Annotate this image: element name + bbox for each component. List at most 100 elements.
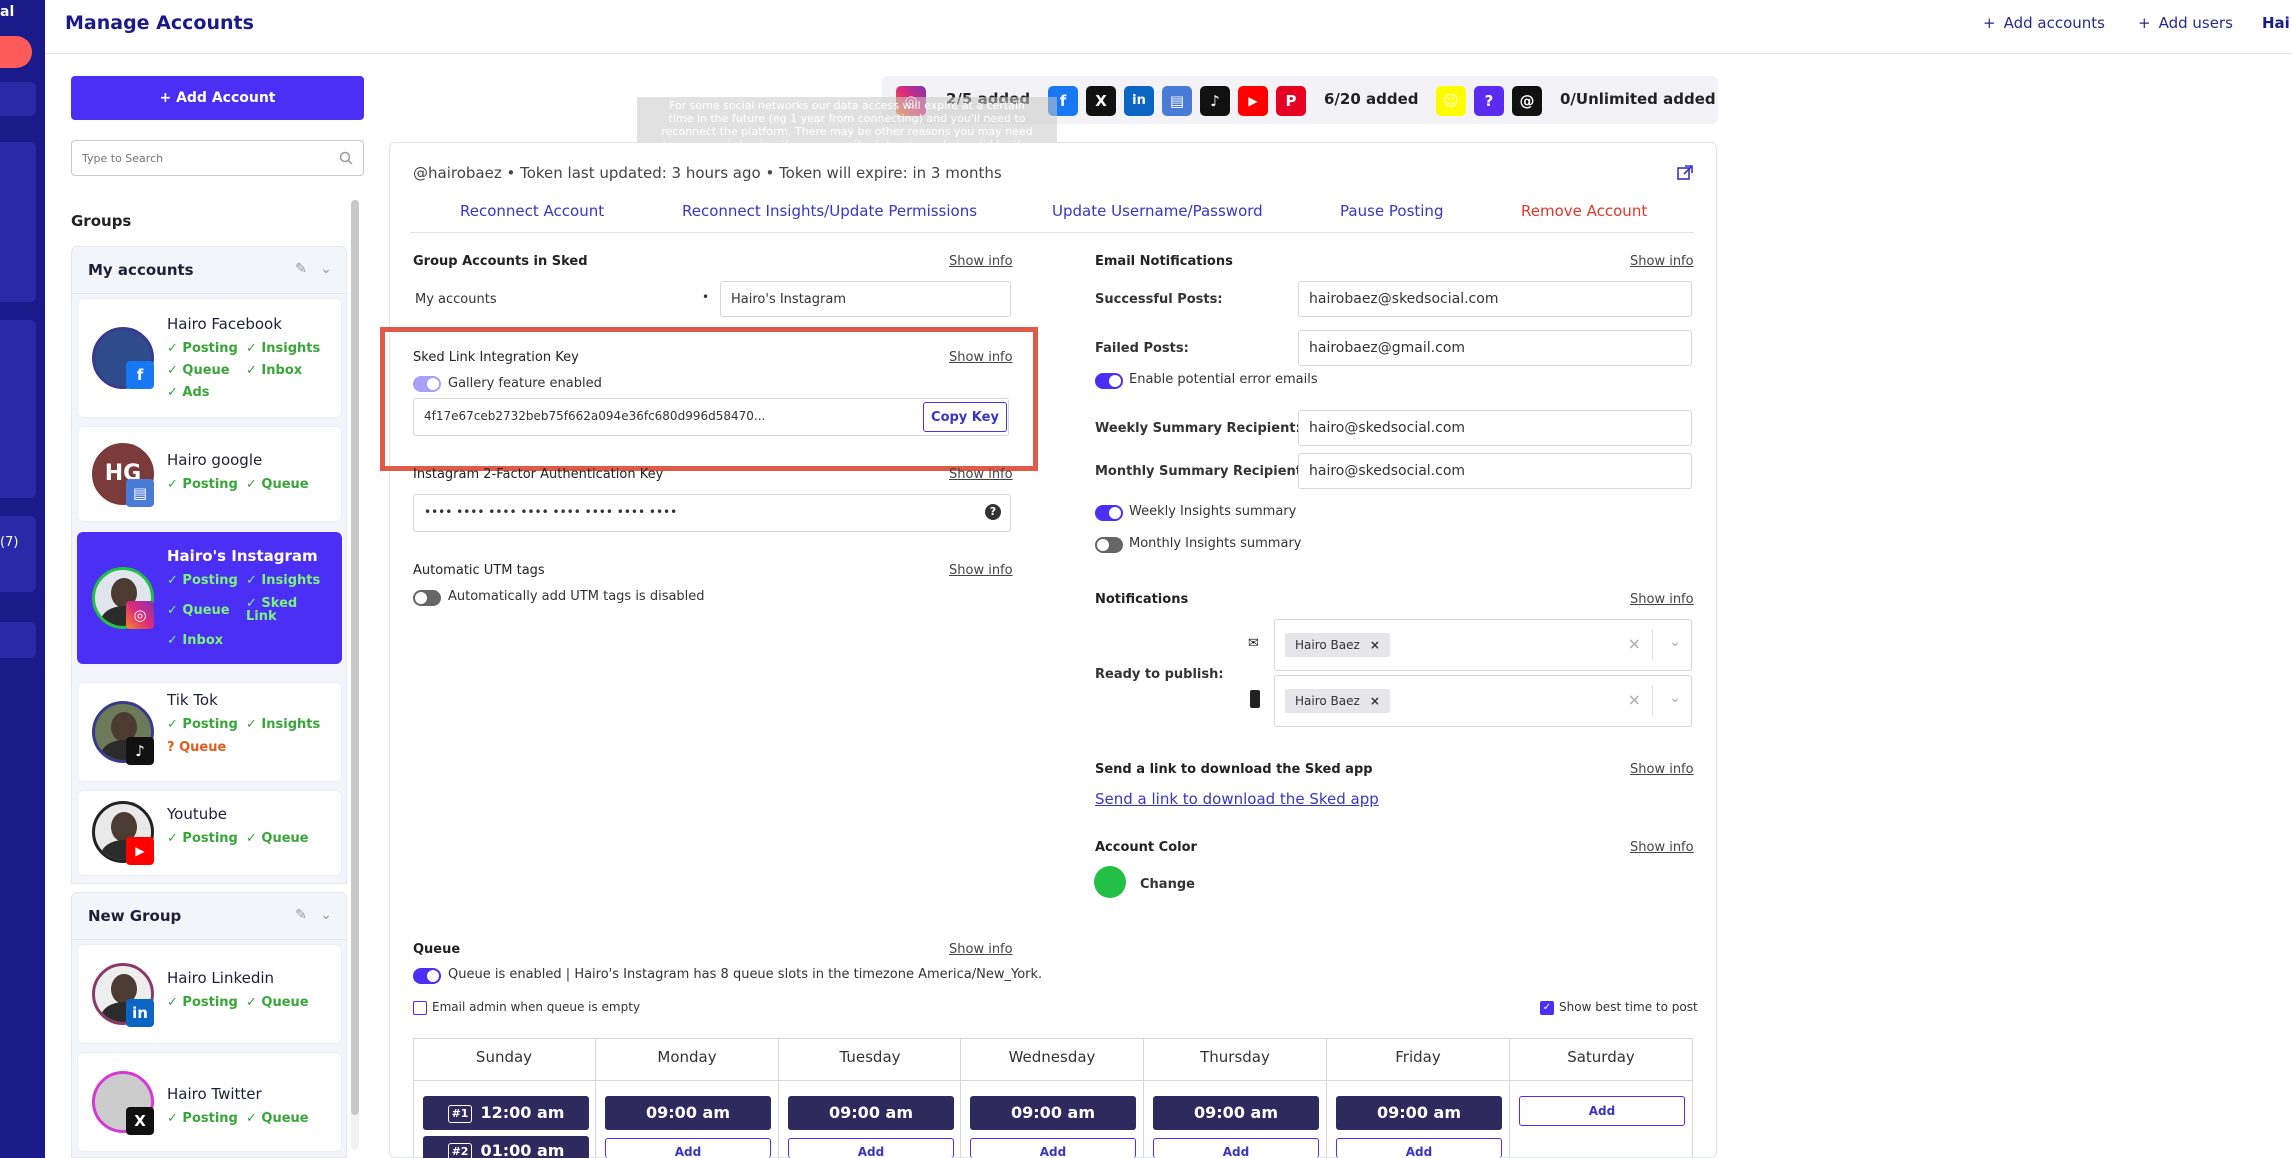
failed-posts-input[interactable] — [1299, 331, 1691, 365]
add-account-button[interactable]: + Add Account — [71, 76, 364, 120]
chevron-down-icon[interactable]: ⌄ — [320, 907, 332, 923]
nav-item-1[interactable] — [0, 82, 36, 116]
show-info-link[interactable]: Show info — [949, 467, 1013, 482]
weekly-insights-toggle[interactable] — [1095, 505, 1123, 521]
show-info-link[interactable]: Show info — [1630, 840, 1694, 855]
help-icon[interactable]: ? — [985, 504, 1001, 520]
feature-posting: ✓ Posting — [167, 477, 238, 492]
failed-posts-field[interactable] — [1298, 330, 1692, 366]
google-business-icon: ▤ — [126, 479, 154, 507]
chevron-down-icon[interactable]: ⌄ — [320, 261, 332, 277]
account-card-google[interactable]: HG ▤ Hairo google ✓ Posting ✓ Queue — [77, 426, 342, 522]
reconnect-insights-link[interactable]: Reconnect Insights/Update Permissions — [682, 202, 977, 220]
scrollbar-thumb[interactable] — [351, 200, 359, 1115]
email-admin-checkbox[interactable] — [413, 1001, 427, 1015]
add-slot-button[interactable]: Add — [1153, 1138, 1319, 1158]
network-count: 6/20 added — [1324, 90, 1419, 108]
utm-toggle[interactable] — [413, 590, 441, 606]
feature-posting: ✓ Posting — [167, 831, 238, 846]
clear-icon[interactable]: × — [1628, 690, 1641, 709]
reconnect-account-link[interactable]: Reconnect Account — [460, 202, 604, 220]
email-recipients-select[interactable]: Hairo Baez × × ⌄ — [1274, 619, 1692, 671]
show-info-link[interactable]: Show info — [949, 942, 1013, 957]
edit-icon[interactable]: ✎ — [295, 261, 307, 277]
divider — [410, 232, 1694, 233]
monthly-insights-toggle[interactable] — [1095, 537, 1123, 553]
queue-toggle[interactable] — [413, 968, 441, 984]
change-color-button[interactable]: Change — [1140, 877, 1195, 892]
group-select[interactable] — [720, 281, 1011, 317]
add-accounts-link[interactable]: + Add accounts — [1983, 14, 2105, 32]
add-slot-button[interactable]: Add — [1519, 1096, 1685, 1126]
weekly-summary-label: Weekly Summary Recipient: — [1095, 421, 1301, 436]
show-info-link[interactable]: Show info — [1630, 762, 1694, 777]
add-users-link[interactable]: + Add users — [2138, 14, 2233, 32]
show-info-link[interactable]: Show info — [1630, 254, 1694, 269]
twofa-field[interactable] — [413, 494, 1011, 532]
queue-slot[interactable]: #2 01:00 am — [423, 1136, 589, 1158]
queue-slot[interactable]: 09:00 am — [1153, 1096, 1319, 1130]
slot-time: 01:00 am — [480, 1141, 565, 1158]
remove-account-link[interactable]: Remove Account — [1521, 202, 1647, 220]
account-card-tiktok[interactable]: ♪ Tik Tok ✓ Posting ✓ Insights ? Queue — [77, 682, 342, 782]
chip-label: Hairo Baez — [1295, 694, 1360, 708]
nav-item-5[interactable] — [0, 622, 36, 658]
edit-icon[interactable]: ✎ — [295, 907, 307, 923]
weekly-summary-field[interactable] — [1298, 410, 1692, 446]
group-my-accounts[interactable]: My accounts ✎ ⌄ — [71, 246, 347, 294]
user-menu[interactable]: Hai — [2262, 14, 2290, 32]
account-color-swatch[interactable] — [1094, 866, 1126, 898]
show-info-link[interactable]: Show info — [1630, 592, 1694, 607]
successful-posts-input[interactable] — [1299, 282, 1691, 316]
account-card-twitter[interactable]: X Hairo Twitter ✓ Posting ✓ Queue — [77, 1052, 342, 1152]
nav-item-3[interactable] — [0, 320, 36, 498]
successful-posts-field[interactable] — [1298, 281, 1692, 317]
linkedin-icon: in — [1124, 86, 1154, 116]
chip-label: Hairo Baez — [1295, 638, 1360, 652]
chevron-down-icon[interactable]: ⌄ — [1669, 634, 1681, 650]
chevron-down-icon[interactable]: ⌄ — [1669, 690, 1681, 706]
account-card-facebook[interactable]: f Hairo Facebook ✓ Posting ✓ Insights ✓ … — [77, 298, 342, 418]
show-info-link[interactable]: Show info — [949, 254, 1013, 269]
push-recipients-select[interactable]: Hairo Baez × × ⌄ — [1274, 675, 1692, 727]
page-title: Manage Accounts — [65, 12, 254, 34]
monthly-summary-input[interactable] — [1299, 454, 1691, 488]
external-link-icon[interactable] — [1676, 164, 1694, 182]
nav-item-2[interactable] — [0, 142, 36, 302]
nav-item-4[interactable] — [0, 516, 36, 592]
monthly-summary-field[interactable] — [1298, 453, 1692, 489]
add-slot-button[interactable]: Add — [1336, 1138, 1502, 1158]
remove-chip-icon[interactable]: × — [1370, 694, 1380, 708]
pause-posting-link[interactable]: Pause Posting — [1340, 202, 1443, 220]
remove-chip-icon[interactable]: × — [1370, 638, 1380, 652]
group-select-value[interactable] — [721, 282, 1010, 316]
account-card-linkedin[interactable]: in Hairo Linkedin ✓ Posting ✓ Queue — [77, 944, 342, 1044]
account-card-instagram[interactable]: ◎ Hairo's Instagram ✓ Posting ✓ Insights… — [77, 532, 342, 664]
add-slot-button[interactable]: Add — [788, 1138, 954, 1158]
nav-item-compose[interactable] — [0, 36, 32, 68]
error-emails-toggle[interactable] — [1095, 373, 1123, 389]
weekly-summary-input[interactable] — [1299, 411, 1691, 445]
account-card-youtube[interactable]: ▶ Youtube ✓ Posting ✓ Queue — [77, 790, 342, 876]
best-time-checkbox[interactable]: ✓ — [1540, 1001, 1554, 1015]
sidebar-scrollbar[interactable] — [351, 200, 359, 1150]
queue-slot[interactable]: 09:00 am — [1336, 1096, 1502, 1130]
queue-slot[interactable]: 09:00 am — [788, 1096, 954, 1130]
feature-queue: ✓ Queue — [246, 477, 309, 492]
group-new-group[interactable]: New Group ✎ ⌄ — [71, 892, 347, 940]
twofa-input[interactable] — [414, 495, 954, 529]
clear-icon[interactable]: × — [1628, 634, 1641, 653]
best-time-label: Show best time to post — [1559, 1000, 1698, 1014]
queue-slot[interactable]: #1 12:00 am — [423, 1096, 589, 1130]
account-search-input[interactable] — [72, 141, 322, 175]
add-slot-button[interactable]: Add — [605, 1138, 771, 1158]
plus-icon: + — [2138, 14, 2151, 32]
add-slot-button[interactable]: Add — [970, 1138, 1136, 1158]
show-info-link[interactable]: Show info — [949, 563, 1013, 578]
slot-number: #2 — [447, 1142, 473, 1158]
queue-slot[interactable]: 09:00 am — [605, 1096, 771, 1130]
account-search[interactable] — [71, 140, 364, 176]
queue-slot[interactable]: 09:00 am — [970, 1096, 1136, 1130]
update-username-link[interactable]: Update Username/Password — [1052, 202, 1263, 220]
download-app-link[interactable]: Send a link to download the Sked app — [1095, 790, 1379, 808]
